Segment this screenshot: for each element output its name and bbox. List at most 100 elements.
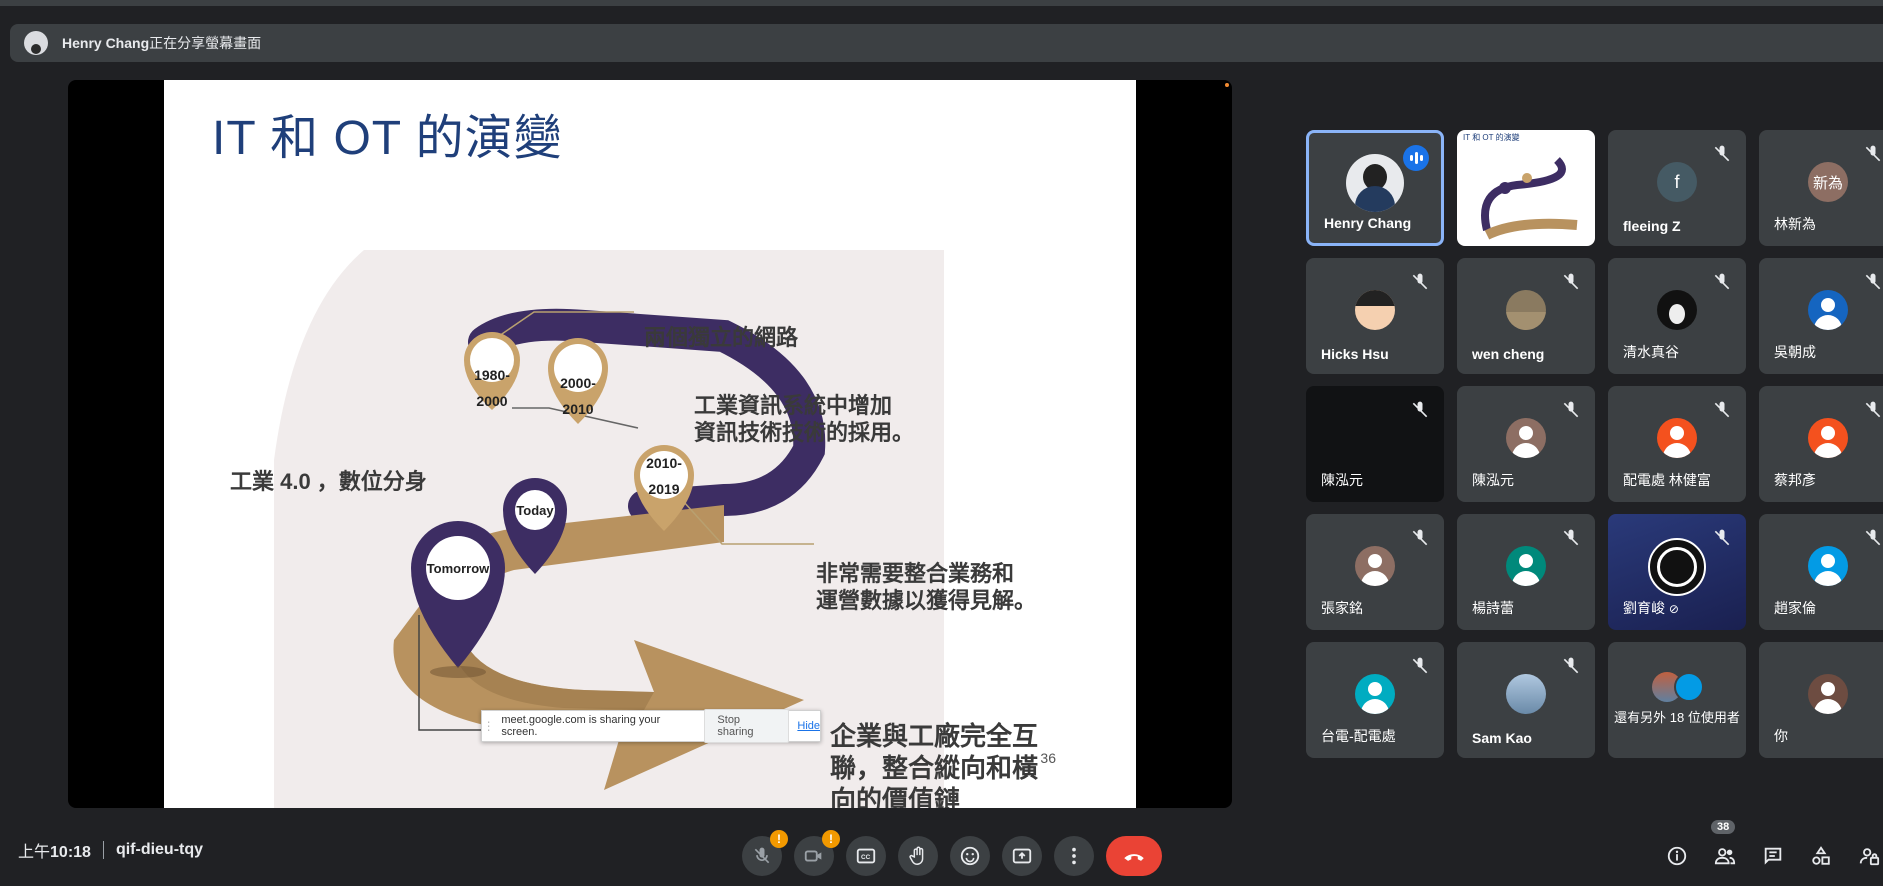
mic-off-icon (1865, 145, 1881, 162)
avatar (1808, 674, 1848, 714)
avatar (1808, 418, 1848, 458)
present-button[interactable] (1002, 836, 1042, 876)
meeting-code: qif-dieu-tqy (115, 841, 204, 858)
more-vert-icon (1072, 847, 1076, 865)
participant-name: 配電處 林健富 (1623, 472, 1711, 488)
label-future-line1: 企業與工廠完全互 (830, 721, 1039, 751)
avatar (1657, 418, 1697, 458)
camera-off-icon (804, 850, 822, 862)
presenter-avatar (24, 31, 48, 55)
mic-off-icon (1563, 529, 1579, 546)
participant-count-badge: 38 (1711, 820, 1736, 834)
slide-thumbnail-image: IT 和 OT 的演變 (1463, 132, 1578, 240)
captions-button[interactable]: CC (846, 836, 886, 876)
participant-tile[interactable]: 蔡邦彥 (1759, 386, 1883, 502)
participant-tile[interactable]: Hicks Hsu (1306, 258, 1444, 374)
participant-tile[interactable]: 台電-配電處 (1306, 642, 1444, 758)
participant-tile[interactable]: 陳泓元 (1306, 386, 1444, 502)
mic-off-icon (754, 847, 770, 864)
info-icon (1667, 846, 1687, 866)
pin-1980-2000: 1980- 2000 (464, 362, 520, 414)
pin-2019-label: 2019 (648, 481, 680, 497)
participant-tile[interactable]: 吳朝成 (1759, 258, 1883, 374)
label-future-line3: 向的價值鏈 (830, 785, 961, 808)
participant-name: 吳朝成 (1774, 344, 1816, 360)
people-icon (1714, 848, 1736, 865)
presentation-thumbnail[interactable]: IT 和 OT 的演變 (1457, 130, 1595, 246)
participant-tile[interactable]: Sam Kao (1457, 642, 1595, 758)
warning-badge-icon: ! (770, 830, 788, 848)
obs-logo-icon (1648, 538, 1706, 596)
speaking-indicator-icon (1403, 145, 1429, 171)
participant-name: Henry Chang (1324, 215, 1412, 231)
more-options-button[interactable] (1054, 836, 1094, 876)
participant-name: 台電-配電處 (1321, 728, 1396, 744)
pin-2000-start-label: 2000- (560, 375, 596, 391)
share-popup-message: meet.google.com is sharing your screen. (501, 714, 661, 738)
meeting-info: 上午10:18 qif-dieu-tqy (18, 838, 203, 862)
reactions-button[interactable] (950, 836, 990, 876)
call-controls: ! ! CC (742, 830, 1162, 876)
participant-tile[interactable]: Henry Chang (1306, 130, 1444, 246)
pin-2010-start-label: 2010- (646, 455, 682, 471)
self-tile[interactable]: 你 (1759, 642, 1883, 758)
clock: 上午10:18 (18, 838, 91, 862)
pin-2010-2019: 2010- 2019 (634, 450, 694, 502)
chat-button[interactable] (1756, 836, 1790, 876)
host-controls-button[interactable] (1852, 836, 1883, 876)
participant-tile[interactable]: 劉育峻 ⊘ (1608, 514, 1746, 630)
avatar (1355, 674, 1395, 714)
participant-tile[interactable]: 配電處 林健富 (1608, 386, 1746, 502)
avatar (1506, 290, 1546, 330)
label-future: 企業與工廠完全互 聯，整合縱向和橫 向的價值鏈 (830, 720, 1038, 808)
participant-name: 你 (1774, 728, 1788, 744)
camera-button[interactable]: ! (794, 830, 840, 876)
drag-handle-icon[interactable]: ⋮ (482, 719, 495, 733)
presenting-banner: Henry Chang正在分享螢幕畫面 (10, 24, 1883, 62)
mic-off-icon (1563, 657, 1579, 674)
participant-tile[interactable]: 清水真谷 (1608, 258, 1746, 374)
lock-person-icon (1859, 848, 1880, 866)
present-screen-icon (1012, 848, 1032, 864)
label-insights-line2: 運營數據以獲得見解。 (816, 588, 1037, 613)
avatar (1808, 290, 1848, 330)
meeting-side-tools: 38 (1660, 820, 1883, 876)
stop-sharing-button[interactable]: Stop sharing (704, 709, 790, 743)
activities-icon (1812, 846, 1830, 865)
presenting-suffix: 正在分享螢幕畫面 (149, 35, 262, 51)
participant-tile[interactable]: 趙家倫 (1759, 514, 1883, 630)
others-tile[interactable]: 還有另外 18 位使用者 (1608, 642, 1746, 758)
mic-off-icon (1412, 273, 1428, 290)
participant-name: wen cheng (1472, 346, 1545, 362)
avatar: 新為 (1808, 162, 1848, 202)
participant-tile[interactable]: f fleeing Z (1608, 130, 1746, 246)
mic-button[interactable]: ! (742, 830, 788, 876)
activities-button[interactable] (1804, 836, 1838, 876)
clock-prefix: 上午 (18, 844, 51, 861)
participant-name: 趙家倫 (1774, 600, 1816, 616)
raise-hand-button[interactable] (898, 836, 938, 876)
chat-icon (1764, 847, 1782, 865)
people-button[interactable]: 38 (1708, 820, 1742, 876)
participant-tile[interactable]: wen cheng (1457, 258, 1595, 374)
participant-tile[interactable]: 楊詩蕾 (1457, 514, 1595, 630)
leave-call-button[interactable] (1106, 836, 1162, 876)
label-insights-line1: 非常需要整合業務和 (816, 561, 1015, 586)
pin-today: Today (516, 503, 554, 518)
avatar (1506, 674, 1546, 714)
divider (102, 841, 104, 859)
participant-tile[interactable]: 新為 林新為 (1759, 130, 1883, 246)
participant-name: 張家銘 (1321, 600, 1363, 616)
meeting-details-button[interactable] (1660, 836, 1694, 876)
participant-tile[interactable]: 張家銘 (1306, 514, 1444, 630)
participant-name: fleeing Z (1623, 218, 1681, 234)
participant-name: 林新為 (1774, 216, 1816, 232)
hide-link[interactable]: Hide (797, 720, 820, 732)
participant-tile[interactable]: 陳泓元 (1457, 386, 1595, 502)
label-two-networks: 兩個獨立的網路 (644, 325, 799, 350)
avatar (1506, 418, 1546, 458)
pin-2000-label: 2000 (476, 393, 508, 409)
avatar (1355, 546, 1395, 586)
slide: IT 和 OT 的演變 1980- 2000 2000- 2010 2010- 201… (164, 80, 1136, 808)
avatar-initial: 新為 (1812, 174, 1843, 192)
